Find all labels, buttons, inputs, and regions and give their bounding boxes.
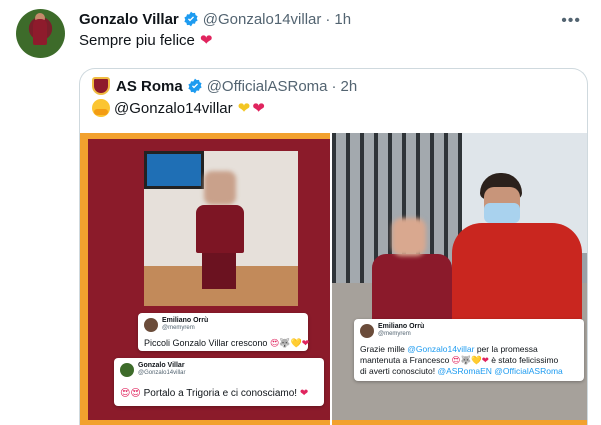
quote-text: @Gonzalo14villar ❤ ❤ (92, 99, 265, 117)
avatar (120, 363, 134, 377)
tweet-text: Sempre piu felice ❤ (79, 31, 213, 50)
blurred-face (204, 171, 236, 205)
comment-line-1: Grazie mille @Gonzalo14villar per la pro… (360, 344, 538, 354)
comment-author-handle: @memyrem (162, 325, 195, 331)
avatar (360, 324, 374, 338)
comment-author-name: Gonzalo Villar (138, 362, 185, 369)
quote-mention[interactable]: @Gonzalo14villar (114, 100, 233, 117)
comment-text: 😍😍 Portalo a Trigoria e ci conosciamo! ❤ (120, 388, 308, 399)
quoted-tweet[interactable]: AS Roma @OfficialASRoma · 2h @Gonzalo14v… (79, 68, 588, 425)
comment-author-handle: @memyrem (378, 331, 411, 337)
roma-shirt (196, 205, 244, 253)
more-icon[interactable]: ••• (561, 12, 581, 30)
separator: · (331, 77, 337, 95)
face-mask (484, 203, 520, 223)
as-roma-logo-icon (92, 77, 110, 95)
quote-header: AS Roma @OfficialASRoma · 2h (92, 77, 357, 95)
verified-icon (188, 78, 202, 94)
child-figure (194, 171, 244, 291)
comment-line-3: di averti conosciuto! @ASRomaEN @Officia… (360, 366, 563, 376)
comment-text-content: mantenuta a Francesco (360, 355, 450, 365)
comment-text-content: Piccoli Gonzalo Villar crescono (144, 338, 268, 348)
separator: · (325, 10, 331, 28)
tweet-time[interactable]: 1h (334, 11, 351, 28)
quote-time[interactable]: 2h (341, 78, 358, 95)
emoji-icon: 😍🐺💛❤ (449, 355, 489, 365)
right-photo[interactable]: Emiliano Orrù @memyrem Grazie mille @Gon… (332, 133, 587, 425)
orange-stripe (332, 420, 587, 425)
comment-card: Gonzalo Villar @Gonzalo14villar 😍😍 Porta… (114, 358, 324, 406)
yellow-heart-icon: ❤ (237, 100, 251, 117)
tweet-header: Gonzalo Villar @Gonzalo14villar · 1h (79, 10, 351, 28)
red-heart-icon: ❤ (299, 388, 309, 399)
mention-link[interactable]: @Gonzalo14villar (407, 344, 474, 354)
comment-text: Piccoli Gonzalo Villar crescono 😍🐺💛❤ (144, 338, 309, 349)
verified-icon (184, 11, 198, 27)
comment-text-content: Grazie mille (360, 344, 408, 354)
comment-card: Emiliano Orrù @memyrem Piccoli Gonzalo V… (138, 313, 309, 351)
comment-line-2: mantenuta a Francesco 😍🐺💛❤ è stato felic… (360, 355, 558, 366)
comment-author-name: Emiliano Orrù (378, 323, 425, 330)
avatar-figure (33, 19, 47, 45)
tweet[interactable]: Gonzalo Villar @Gonzalo14villar · 1h •••… (0, 0, 601, 425)
comment-text-content: per la promessa (474, 344, 538, 354)
quote-author-name[interactable]: AS Roma (116, 78, 183, 95)
author-name[interactable]: Gonzalo Villar (79, 11, 179, 28)
mention-link[interactable]: @OfficialASRoma (492, 366, 562, 376)
hugging-face-icon (92, 99, 110, 117)
red-jacket (452, 223, 582, 333)
comment-author-handle: @Gonzalo14villar (138, 370, 186, 376)
emoji-icon: 😍😍 (120, 388, 144, 399)
red-heart-icon: ❤ (252, 100, 265, 117)
orange-stripe (80, 133, 88, 425)
comment-author-name: Emiliano Orrù (162, 317, 209, 324)
emoji-icon: 😍🐺💛❤ (269, 338, 310, 348)
child-photo (144, 151, 298, 306)
red-heart-icon: ❤ (199, 32, 213, 49)
quote-author-handle[interactable]: @OfficialASRoma (207, 78, 328, 95)
tweet-text-content: Sempre piu felice (79, 31, 195, 49)
orange-stripe (80, 420, 330, 425)
orange-stripe (80, 133, 330, 139)
left-photo[interactable]: Emiliano Orrù @memyrem Piccoli Gonzalo V… (80, 133, 330, 425)
avatar (144, 318, 158, 332)
player-figure (452, 173, 582, 333)
comment-text-content: di averti conosciuto! (360, 366, 438, 376)
mention-link[interactable]: @ASRomaEN (437, 366, 491, 376)
author-handle[interactable]: @Gonzalo14villar (203, 11, 322, 28)
child-legs (202, 253, 236, 289)
comment-card: Emiliano Orrù @memyrem Grazie mille @Gon… (354, 319, 584, 381)
comment-text-content: Portalo a Trigoria e ci conosciamo! (143, 388, 298, 399)
comment-text-content: è stato felicissimo (488, 355, 559, 365)
blurred-face (392, 218, 426, 256)
author-avatar[interactable] (16, 9, 65, 58)
